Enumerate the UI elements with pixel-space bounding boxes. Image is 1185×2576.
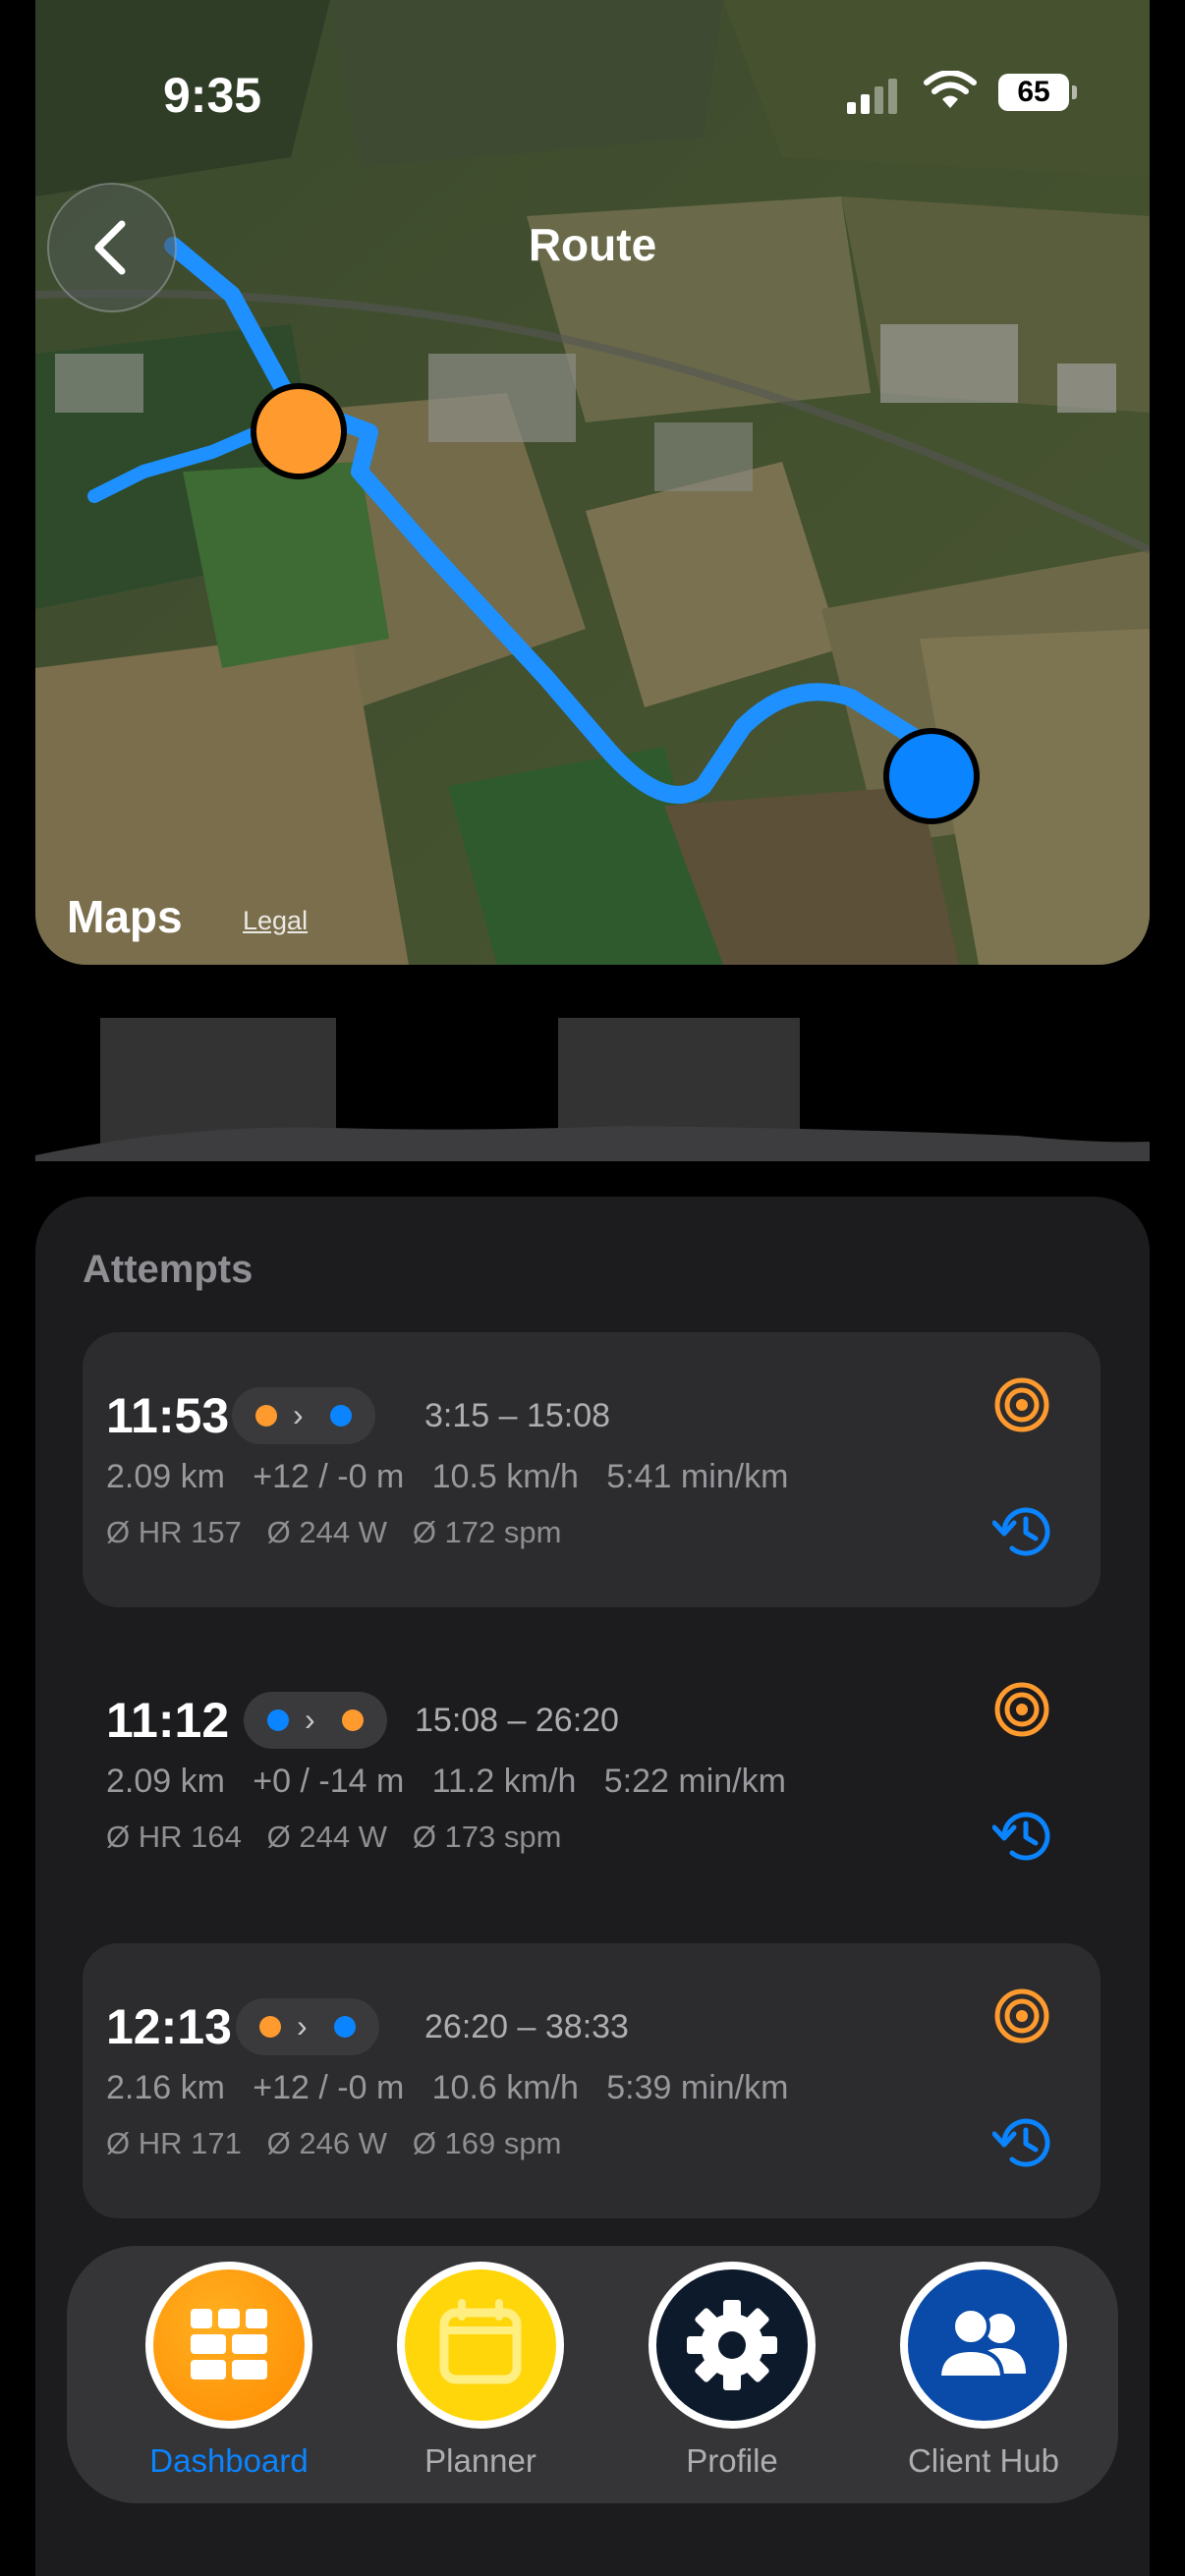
attempt-stats: 2.16 km +12 / -0 m 10.6 km/h 5:39 min/km [106,2069,789,2106]
attempt-row[interactable]: 12:13 › 26:20 – 38:33 2.16 km +12 / -0 m… [83,1943,1100,2218]
attempt-time-range: 26:20 – 38:33 [424,2008,629,2045]
maps-brand-label: Maps [67,891,183,942]
target-icon[interactable] [992,1987,1051,2045]
people-icon [936,2307,1026,2380]
cellular-signal-icon [847,79,902,114]
target-icon[interactable] [992,1375,1051,1434]
end-dot [342,1709,364,1731]
attempt-row[interactable]: 11:12 › 15:08 – 26:20 2.09 km +0 / -14 m… [83,1637,1100,1912]
tab-label: Client Hub [907,2442,1060,2479]
tab-planner[interactable]: Planner [375,2262,601,2497]
attempt-sensor-stats: Ø HR 164 Ø 244 W Ø 173 spm [106,1820,562,1854]
history-icon[interactable] [992,2112,1057,2173]
attempt-time-range: 15:08 – 26:20 [415,1702,619,1739]
start-dot [255,1405,277,1427]
attempt-duration: 11:12 [106,1693,230,1748]
elevation-area [35,1126,1150,1161]
history-icon[interactable] [992,1806,1057,1867]
grid-icon [191,2309,267,2380]
chevron-right-icon: › [297,2008,308,2044]
wifi-icon [924,71,977,108]
tab-client-hub[interactable]: Client Hub [878,2262,1104,2497]
start-dot [259,2016,281,2038]
dashboard-tab-badge [145,2262,312,2429]
tab-label: Profile [686,2442,778,2479]
target-icon[interactable] [992,1680,1051,1739]
attempt-sensor-stats: Ø HR 171 Ø 246 W Ø 169 spm [106,2126,562,2160]
attempts-title: Attempts [83,1248,254,1291]
attempt-stats: 2.09 km +0 / -14 m 11.2 km/h 5:22 min/km [106,1763,786,1800]
direction-pill: › [232,1387,375,1444]
elevation-profile[interactable] [35,1018,1150,1161]
attempt-row[interactable]: 11:53 › 3:15 – 15:08 2.09 km +12 / -0 m … [83,1332,1100,1607]
direction-pill: › [244,1692,387,1749]
tab-dashboard[interactable]: Dashboard [124,2262,350,2497]
gear-icon [687,2300,777,2390]
tab-label: Dashboard [149,2442,309,2479]
battery-indicator: 65 [998,74,1077,111]
profile-tab-badge [649,2262,816,2429]
page-title: Route [528,219,657,270]
client-hub-tab-badge [900,2262,1067,2429]
end-dot [330,1405,352,1427]
tab-bar: Dashboard Planner Profile Client Hub [67,2246,1118,2503]
apple-maps-attribution: Maps [65,890,183,943]
chevron-right-icon: › [305,1702,315,1737]
attempt-sensor-stats: Ø HR 157 Ø 244 W Ø 172 spm [106,1515,562,1549]
chevron-right-icon: › [293,1397,304,1432]
planner-tab-badge [397,2262,564,2429]
direction-pill: › [236,1998,379,2055]
attempt-time-range: 3:15 – 15:08 [424,1397,611,1434]
end-dot [334,2016,356,2038]
attempt-duration: 11:53 [106,1388,230,1443]
tab-profile[interactable]: Profile [627,2262,853,2497]
attempt-duration: 12:13 [106,1999,232,2054]
calendar-icon [439,2299,522,2384]
status-bar: 9:35 65 [0,0,1185,196]
tab-label: Planner [424,2442,536,2479]
start-dot [267,1709,289,1731]
legal-link[interactable]: Legal [243,906,308,936]
clock: 9:35 [163,68,262,123]
history-icon[interactable] [992,1501,1057,1562]
attempt-stats: 2.09 km +12 / -0 m 10.5 km/h 5:41 min/km [106,1458,789,1495]
